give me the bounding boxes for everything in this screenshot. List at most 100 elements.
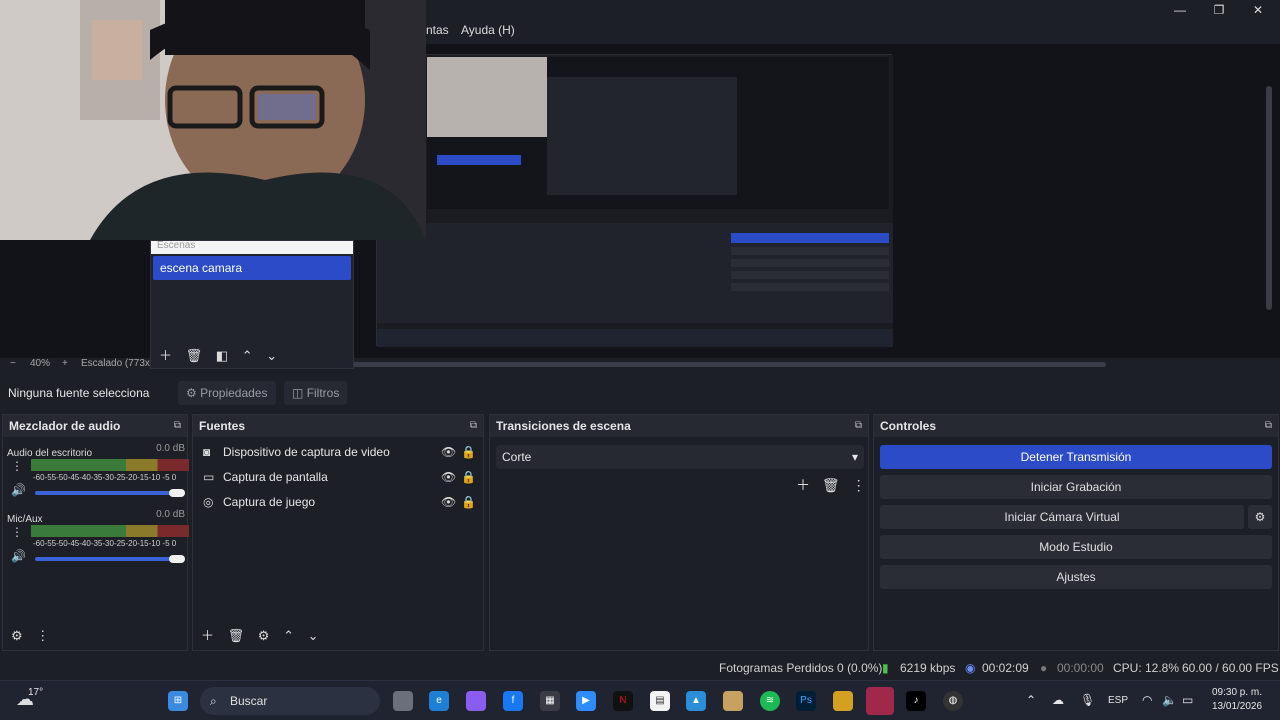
undock-icon[interactable]: ⧉ bbox=[174, 415, 181, 437]
speaker-icon[interactable]: 🔊 bbox=[11, 549, 26, 563]
microphone-icon[interactable]: 🎙 bbox=[1080, 693, 1095, 707]
close-button[interactable]: ✕ bbox=[1240, 2, 1276, 18]
move-up-icon[interactable]: ⌃ bbox=[283, 628, 294, 643]
add-scene-icon[interactable]: ＋ bbox=[159, 348, 172, 363]
properties-button[interactable]: ⚙ Propiedades bbox=[178, 381, 276, 405]
zoom-out-button[interactable]: − bbox=[10, 358, 16, 369]
virtual-camera-settings-icon[interactable]: ⚙ bbox=[1248, 505, 1272, 529]
spotify-icon[interactable]: ≋ bbox=[760, 691, 780, 711]
scene-item[interactable]: escena camara bbox=[153, 256, 351, 280]
transition-menu-icon[interactable]: ⋮ bbox=[852, 477, 866, 493]
source-item[interactable]: ▭ Captura de pantalla 👁 🔒 bbox=[197, 466, 477, 488]
lock-icon[interactable]: 🔒 bbox=[461, 441, 476, 463]
search-input[interactable]: ⌕ Buscar bbox=[200, 687, 380, 715]
source-item[interactable]: ◎ Captura de juego 👁 🔒 bbox=[197, 491, 477, 513]
move-up-icon[interactable]: ⌃ bbox=[242, 348, 253, 363]
properties-label: Propiedades bbox=[200, 386, 268, 400]
filters-button[interactable]: ◫ Filtros bbox=[284, 381, 348, 405]
onedrive-icon[interactable]: ☁ bbox=[1052, 693, 1064, 707]
source-label: Captura de juego bbox=[223, 495, 316, 509]
record-icon: ● bbox=[1040, 661, 1048, 675]
move-down-icon[interactable]: ⌄ bbox=[308, 628, 319, 643]
volume-icon[interactable]: 🔈 bbox=[1162, 693, 1177, 707]
undock-icon[interactable]: ⧉ bbox=[1265, 415, 1272, 437]
stop-stream-button[interactable]: Detener Transmisión bbox=[880, 445, 1272, 469]
copilot-icon[interactable] bbox=[466, 691, 486, 711]
clock-time[interactable]: 09:30 p. m. bbox=[1212, 687, 1262, 698]
lock-icon[interactable]: 🔒 bbox=[461, 491, 476, 513]
maximize-button[interactable]: ❐ bbox=[1201, 2, 1237, 18]
filter-scene-icon[interactable]: ◧ bbox=[216, 348, 228, 363]
zoom-level: 40% bbox=[30, 358, 51, 369]
start-icon[interactable]: ⊞ bbox=[168, 691, 188, 711]
visibility-icon[interactable]: 👁 bbox=[441, 441, 456, 463]
undock-icon[interactable]: ⧉ bbox=[855, 415, 862, 437]
add-transition-icon[interactable]: ＋ bbox=[796, 477, 810, 493]
minecraft-icon[interactable] bbox=[723, 691, 743, 711]
battery-icon[interactable]: ▭ bbox=[1182, 693, 1193, 707]
channel-menu-icon[interactable]: ⋮ bbox=[11, 525, 23, 539]
photoshop-icon[interactable]: Ps bbox=[796, 691, 816, 711]
mixer-menu-icon[interactable]: ⋮ bbox=[36, 628, 49, 643]
edge-icon[interactable]: e bbox=[429, 691, 449, 711]
zoom-icon[interactable]: ▶ bbox=[576, 691, 596, 711]
photos-icon[interactable]: ▲ bbox=[686, 691, 706, 711]
remove-transition-icon[interactable]: 🗑 bbox=[822, 477, 840, 493]
gear-icon: ⚙ bbox=[186, 386, 197, 400]
file-icon[interactable]: ▤ bbox=[650, 691, 670, 711]
volume-slider-handle[interactable] bbox=[169, 555, 185, 563]
language-indicator[interactable]: ESP bbox=[1108, 695, 1128, 706]
channel-menu-icon[interactable]: ⋮ bbox=[11, 459, 23, 473]
chevron-up-icon[interactable]: ⌃ bbox=[1026, 693, 1036, 707]
scenes-header: Escenas bbox=[151, 241, 353, 254]
remove-source-icon[interactable]: 🗑 bbox=[228, 628, 245, 643]
active-app-icon[interactable] bbox=[866, 687, 894, 715]
controls-title-text: Controles bbox=[880, 419, 937, 433]
menu-item-help[interactable]: Ayuda (H) bbox=[461, 23, 515, 37]
preview-vertical-scrollbar[interactable] bbox=[1266, 86, 1272, 310]
monitor-icon: ▭ bbox=[203, 470, 215, 484]
audio-mixer-title: Mezclador de audio ⧉ bbox=[3, 415, 187, 437]
start-recording-button[interactable]: Iniciar Grabación bbox=[880, 475, 1272, 499]
store-icon[interactable]: ▦ bbox=[540, 691, 560, 711]
visibility-icon[interactable]: 👁 bbox=[441, 491, 456, 513]
stream-icon: ◉ bbox=[965, 661, 976, 675]
start-virtual-camera-button[interactable]: Iniciar Cámara Virtual bbox=[880, 505, 1244, 529]
advanced-audio-icon[interactable]: ⚙ bbox=[11, 628, 23, 643]
undock-icon[interactable]: ⧉ bbox=[470, 415, 477, 437]
zoom-in-button[interactable]: + bbox=[62, 358, 68, 369]
game-icon[interactable] bbox=[833, 691, 853, 711]
stream-time: 00:02:09 bbox=[982, 661, 1029, 675]
scenes-toolbar: ＋ 🗑 ◧ ⌃ ⌄ bbox=[159, 345, 287, 364]
scenes-dock: Escenas escena camara ＋ 🗑 ◧ ⌃ ⌄ bbox=[150, 240, 354, 369]
minimize-button[interactable]: — bbox=[1162, 2, 1198, 18]
menu-item-tools[interactable]: ntas bbox=[426, 23, 449, 37]
tiktok-icon[interactable]: ♪ bbox=[906, 691, 926, 711]
add-source-icon[interactable]: ＋ bbox=[201, 628, 214, 643]
audio-mixer-title-text: Mezclador de audio bbox=[9, 419, 121, 433]
source-item[interactable]: ◙ Dispositivo de captura de video 👁 🔒 bbox=[197, 441, 477, 463]
program-preview[interactable] bbox=[376, 54, 893, 347]
speaker-icon[interactable]: 🔊 bbox=[11, 483, 26, 497]
source-properties-icon[interactable]: ⚙ bbox=[258, 628, 270, 643]
transition-select[interactable]: Corte ▾ bbox=[496, 445, 864, 469]
volume-slider-handle[interactable] bbox=[169, 489, 185, 497]
sources-title-text: Fuentes bbox=[199, 419, 246, 433]
visibility-icon[interactable]: 👁 bbox=[441, 466, 456, 488]
volume-slider[interactable] bbox=[35, 557, 185, 561]
mixer-channel-mic: Mic/Aux 0.0 dB ⋮ -60-55-50-45-40-35-30-2… bbox=[7, 509, 189, 569]
studio-mode-button[interactable]: Modo Estudio bbox=[880, 535, 1272, 559]
netflix-icon[interactable]: N bbox=[613, 691, 633, 711]
task-view-icon[interactable] bbox=[393, 691, 413, 711]
clock-date[interactable]: 13/01/2026 bbox=[1212, 701, 1262, 712]
wifi-icon[interactable]: ◠ bbox=[1142, 693, 1152, 707]
obs-icon[interactable]: ◍ bbox=[943, 691, 963, 711]
lock-icon[interactable]: 🔒 bbox=[461, 466, 476, 488]
facebook-icon[interactable]: f bbox=[503, 691, 523, 711]
transitions-title: Transiciones de escena ⧉ bbox=[490, 415, 868, 437]
volume-slider[interactable] bbox=[35, 491, 185, 495]
remove-scene-icon[interactable]: 🗑 bbox=[186, 348, 203, 363]
audio-mixer-dock: Mezclador de audio ⧉ Audio del escritori… bbox=[2, 414, 189, 651]
settings-button[interactable]: Ajustes bbox=[880, 565, 1272, 589]
move-down-icon[interactable]: ⌄ bbox=[266, 348, 277, 363]
